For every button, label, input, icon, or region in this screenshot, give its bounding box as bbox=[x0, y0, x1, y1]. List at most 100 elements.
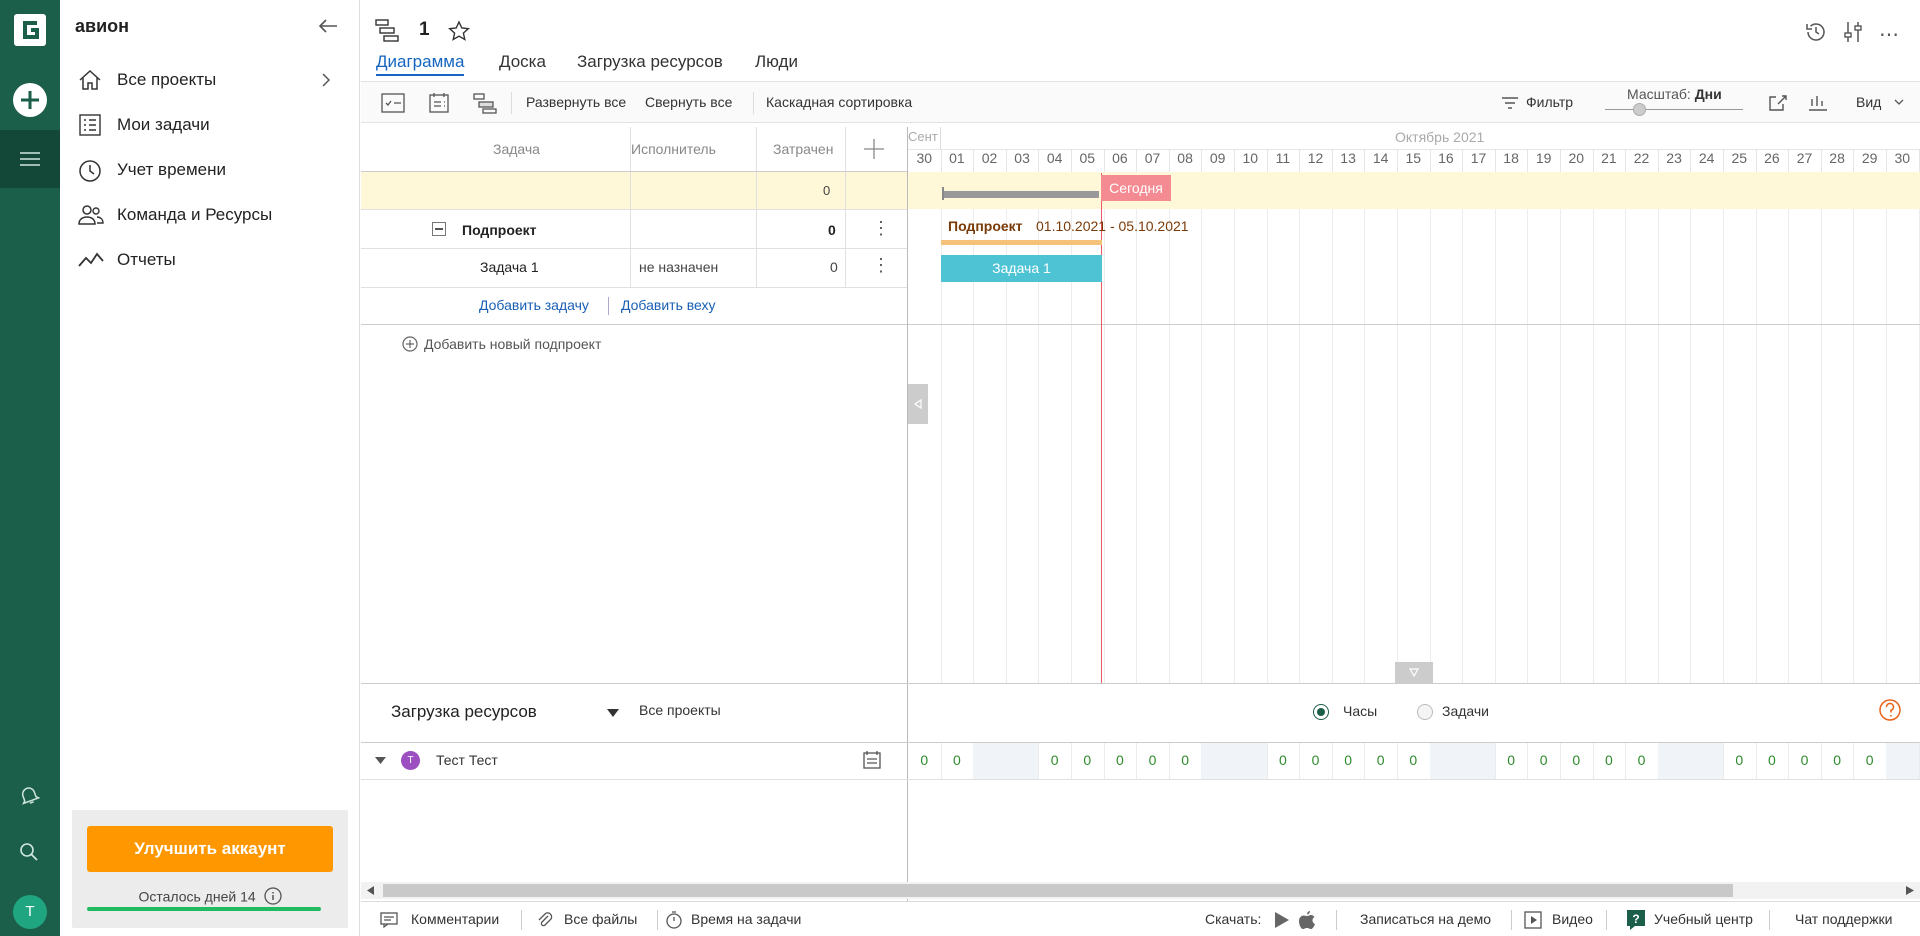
sidebar-item-team-resources[interactable]: Команда и Ресурсы bbox=[60, 197, 360, 233]
view-menu-button[interactable]: Вид bbox=[1856, 94, 1881, 110]
learning-center-link[interactable]: Учебный центр bbox=[1654, 911, 1753, 927]
load-cell[interactable]: 0 bbox=[1038, 752, 1071, 768]
load-cell[interactable]: 0 bbox=[941, 752, 974, 768]
subproject-name[interactable]: Подпроект bbox=[462, 222, 537, 238]
mode-hours-label[interactable]: Часы bbox=[1343, 703, 1377, 719]
load-cell[interactable]: 0 bbox=[1267, 752, 1300, 768]
add-subproject-plus-icon[interactable] bbox=[402, 336, 418, 352]
load-cell[interactable]: 0 bbox=[1560, 752, 1593, 768]
scale-slider-handle[interactable] bbox=[1633, 103, 1646, 116]
checklist-view-icon[interactable] bbox=[381, 93, 405, 113]
book-demo-link[interactable]: Записаться на демо bbox=[1360, 911, 1491, 927]
column-header-task[interactable]: Задача bbox=[493, 141, 540, 157]
baseline-icon[interactable] bbox=[1808, 94, 1828, 112]
sidebar-item-all-projects[interactable]: Все проекты bbox=[60, 62, 360, 98]
scroll-left-arrow-icon[interactable] bbox=[367, 886, 375, 895]
tab-resource-load[interactable]: Загрузка ресурсов bbox=[577, 52, 723, 72]
scrollbar-thumb[interactable] bbox=[383, 884, 1733, 897]
resource-project-filter[interactable]: Все проекты bbox=[639, 702, 721, 718]
load-cell[interactable]: 0 bbox=[1495, 752, 1528, 768]
column-header-spent[interactable]: Затрачен bbox=[773, 141, 839, 157]
task-bar[interactable]: Задача 1 bbox=[941, 255, 1102, 282]
export-icon[interactable] bbox=[1768, 94, 1788, 112]
app-logo-icon[interactable] bbox=[14, 14, 46, 46]
load-cell[interactable]: 0 bbox=[1136, 752, 1169, 768]
load-cell[interactable]: 0 bbox=[1299, 752, 1332, 768]
favorite-star-icon[interactable] bbox=[448, 20, 470, 42]
collapse-all-button[interactable]: Свернуть все bbox=[645, 94, 732, 110]
project-summary-bar[interactable] bbox=[942, 191, 1099, 198]
add-task-link[interactable]: Добавить задачу bbox=[479, 297, 589, 313]
mode-tasks-label[interactable]: Задачи bbox=[1442, 703, 1489, 719]
scroll-right-arrow-icon[interactable] bbox=[1906, 886, 1914, 895]
sidebar-item-my-tasks[interactable]: Мои задачи bbox=[60, 107, 360, 143]
help-question-icon[interactable] bbox=[1879, 699, 1901, 721]
all-files-button[interactable]: Все файлы bbox=[564, 911, 637, 927]
filter-button[interactable]: Фильтр bbox=[1526, 94, 1573, 110]
mode-hours-radio[interactable] bbox=[1313, 704, 1329, 720]
dropdown-caret-icon[interactable] bbox=[607, 709, 619, 717]
person-name[interactable]: Тест Тест bbox=[436, 752, 498, 768]
sidebar-item-reports[interactable]: Отчеты bbox=[60, 242, 360, 278]
filter-icon[interactable] bbox=[1501, 96, 1519, 110]
task-name[interactable]: Задача 1 bbox=[480, 259, 539, 275]
menu-toggle[interactable] bbox=[0, 130, 60, 188]
expand-person-caret-icon[interactable] bbox=[375, 757, 386, 764]
gantt-structure-icon[interactable] bbox=[473, 92, 497, 114]
load-cell[interactable]: 0 bbox=[1853, 752, 1886, 768]
load-cell[interactable]: 0 bbox=[1169, 752, 1202, 768]
info-icon[interactable] bbox=[263, 887, 282, 905]
load-cell[interactable]: 0 bbox=[1332, 752, 1365, 768]
notifications-bell-icon[interactable] bbox=[18, 784, 40, 806]
tab-people[interactable]: Люди bbox=[755, 52, 798, 72]
add-subproject-link[interactable]: Добавить новый подпроект bbox=[424, 336, 601, 352]
subproject-bar[interactable] bbox=[941, 240, 1102, 245]
collapse-sidebar-arrow-icon[interactable] bbox=[318, 18, 338, 34]
user-avatar[interactable]: T bbox=[13, 895, 47, 929]
load-cell[interactable]: 0 bbox=[1821, 752, 1854, 768]
add-column-plus-icon[interactable] bbox=[862, 137, 886, 161]
load-cell[interactable]: 0 bbox=[1788, 752, 1821, 768]
task-assignee[interactable]: не назначен bbox=[639, 259, 718, 275]
time-on-tasks-button[interactable]: Время на задачи bbox=[691, 911, 801, 927]
load-cell[interactable]: 0 bbox=[1104, 752, 1137, 768]
search-icon[interactable] bbox=[18, 841, 40, 863]
apple-icon[interactable] bbox=[1298, 910, 1316, 930]
load-cell[interactable]: 0 bbox=[1756, 752, 1789, 768]
video-link[interactable]: Видео bbox=[1552, 911, 1593, 927]
support-chat-link[interactable]: Чат поддержки bbox=[1795, 911, 1892, 927]
create-plus-icon[interactable] bbox=[12, 82, 48, 118]
load-cell[interactable]: 0 bbox=[1593, 752, 1626, 768]
load-cell[interactable]: 0 bbox=[1625, 752, 1658, 768]
collapse-subproject-toggle[interactable] bbox=[432, 222, 446, 236]
tab-diagram[interactable]: Диаграмма bbox=[376, 52, 465, 76]
upgrade-account-button[interactable]: Улучшить аккаунт bbox=[87, 826, 333, 872]
calendar-icon[interactable] bbox=[863, 751, 881, 769]
load-cell[interactable]: 0 bbox=[1071, 752, 1104, 768]
subproject-row-menu-icon[interactable]: ⋮ bbox=[872, 218, 890, 239]
horizontal-scrollbar[interactable] bbox=[361, 882, 1920, 899]
comments-button[interactable]: Комментарии bbox=[411, 911, 499, 927]
cascade-sort-button[interactable]: Каскадная сортировка bbox=[766, 94, 912, 110]
add-milestone-link[interactable]: Добавить веху bbox=[621, 297, 716, 313]
load-cell[interactable]: 0 bbox=[908, 752, 941, 768]
load-cell[interactable]: 0 bbox=[1527, 752, 1560, 768]
project-name[interactable]: 1 bbox=[419, 19, 430, 41]
load-cell[interactable]: 0 bbox=[1397, 752, 1430, 768]
more-options-icon[interactable]: ⋯ bbox=[1879, 22, 1900, 47]
collapse-grid-handle[interactable] bbox=[908, 384, 928, 424]
load-cell[interactable]: 0 bbox=[1723, 752, 1756, 768]
load-cell[interactable]: 0 bbox=[1364, 752, 1397, 768]
expand-all-button[interactable]: Развернуть все bbox=[526, 94, 626, 110]
scale-slider-track[interactable] bbox=[1605, 109, 1743, 110]
task-spent-value[interactable]: 0 bbox=[830, 259, 838, 275]
sidebar-item-time-tracking[interactable]: Учет времени bbox=[60, 152, 360, 188]
column-header-assignee[interactable]: Исполнитель bbox=[631, 141, 716, 157]
settings-sliders-icon[interactable] bbox=[1842, 20, 1864, 44]
resize-panel-handle[interactable] bbox=[1395, 662, 1433, 683]
task-row-menu-icon[interactable]: ⋮ bbox=[872, 255, 890, 276]
tab-board[interactable]: Доска bbox=[499, 52, 546, 72]
mode-tasks-radio[interactable] bbox=[1417, 704, 1433, 720]
google-play-icon[interactable] bbox=[1274, 911, 1290, 929]
task-details-icon[interactable] bbox=[428, 92, 450, 114]
